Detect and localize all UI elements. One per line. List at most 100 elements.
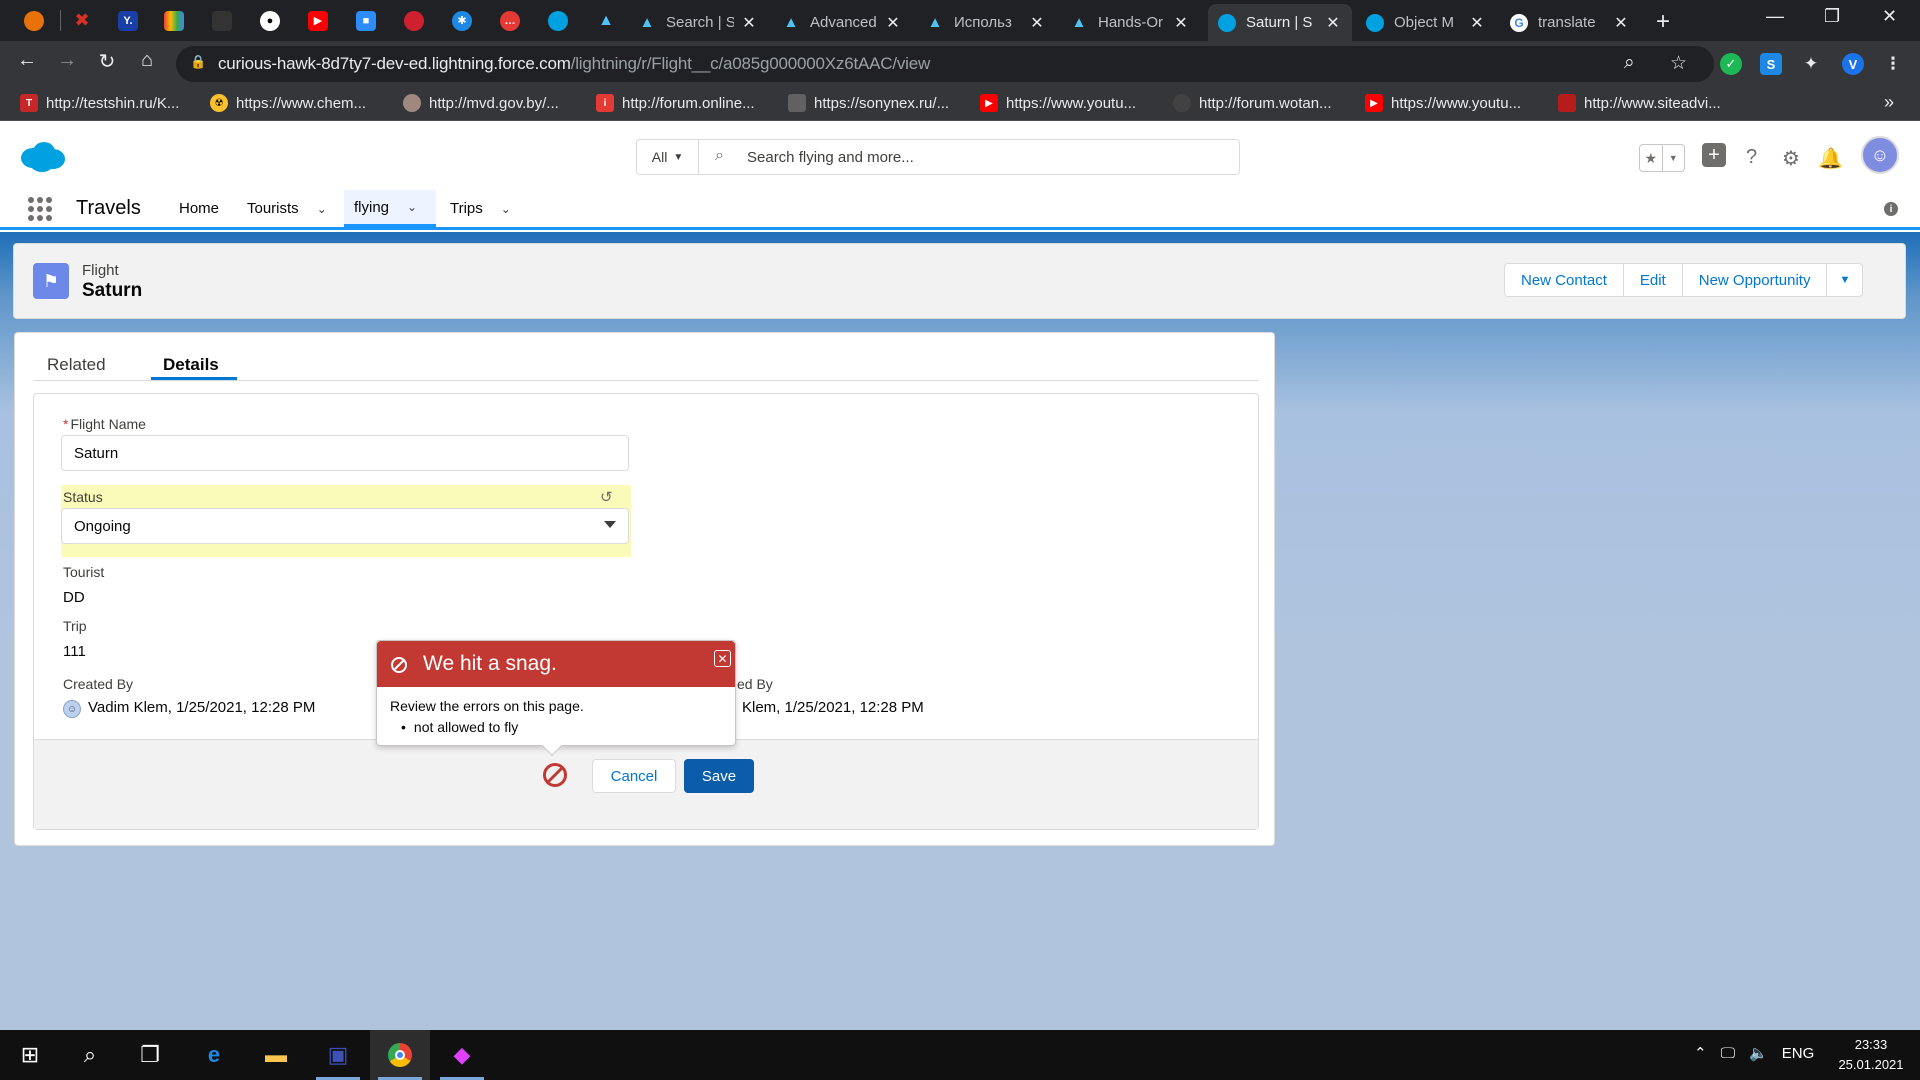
nav-item-trips[interactable]: Trips ⌄	[440, 190, 521, 227]
chevron-down-icon[interactable]: ⌄	[501, 202, 511, 216]
browser-tab[interactable]: Object M ✕	[1356, 4, 1496, 41]
pinned-tab[interactable]	[536, 5, 580, 36]
flight-name-input[interactable]: Saturn	[61, 435, 629, 471]
restore-icon[interactable]: ❐	[1824, 6, 1840, 27]
chevron-down-icon[interactable]: ⌄	[317, 202, 327, 216]
pinned-tab[interactable]	[12, 5, 56, 36]
pinned-tab[interactable]	[152, 5, 196, 36]
chevron-down-icon[interactable]: ▼	[1661, 145, 1685, 171]
edit-button[interactable]: Edit	[1624, 264, 1683, 296]
notifications-bell-icon[interactable]: 🔔	[1818, 146, 1843, 171]
more-actions-button[interactable]: ▼	[1827, 264, 1862, 296]
close-icon[interactable]: ✕	[1468, 13, 1486, 33]
input-language[interactable]: ENG	[1782, 1045, 1815, 1062]
extensions-puzzle-icon[interactable]: ✦	[1800, 53, 1822, 75]
info-icon[interactable]: i	[1884, 202, 1898, 216]
volume-icon[interactable]: 🔈	[1749, 1044, 1768, 1062]
close-icon[interactable]: ✕	[1612, 13, 1630, 33]
status-select[interactable]: Ongoing	[61, 508, 629, 544]
pinned-tab[interactable]: Y.	[106, 5, 150, 36]
pinned-tab[interactable]: ●	[248, 5, 292, 36]
flag-icon: ⚑	[33, 263, 69, 299]
pinned-tab[interactable]: …	[488, 5, 532, 36]
pinned-tab[interactable]: ■	[344, 5, 388, 36]
pinned-tab[interactable]: ▶	[296, 5, 340, 36]
chevron-down-icon[interactable]: ⌄	[407, 200, 417, 214]
file-explorer-icon[interactable]: ▬	[246, 1030, 306, 1080]
close-icon[interactable]: ✕	[1172, 13, 1190, 33]
browser-tab[interactable]: ▲ Hands-Or ✕	[1060, 4, 1200, 41]
star-bookmark-icon[interactable]: ☆	[1670, 52, 1687, 75]
browser-tab[interactable]: G translate ✕	[1500, 4, 1640, 41]
browser-tab[interactable]: ▲ Advanced ✕	[772, 4, 912, 41]
network-icon[interactable]: 🖵	[1721, 1045, 1735, 1062]
home-icon[interactable]: ⌂	[132, 49, 162, 72]
help-question-icon[interactable]: ?	[1746, 146, 1757, 169]
address-bar[interactable]: 🔒 curious-hawk-8d7ty7-dev-ed.lightning.f…	[176, 46, 1714, 82]
bookmark-item[interactable]: i http://forum.online...	[596, 94, 755, 112]
tab-related[interactable]: Related	[47, 355, 106, 375]
chevron-up-icon[interactable]: ⌃	[1694, 1044, 1707, 1062]
bookmark-item[interactable]: http://www.siteadvi...	[1558, 94, 1721, 112]
search-input[interactable]	[747, 142, 1227, 172]
windows-start-icon[interactable]: ⊞	[0, 1030, 60, 1080]
bookmark-item[interactable]: https://sonynex.ru/...	[788, 94, 949, 112]
menu-kebab-icon[interactable]: ⋮	[1882, 53, 1904, 75]
bookmark-item[interactable]: ☢ https://www.chem...	[210, 94, 366, 112]
tab-details[interactable]: Details	[163, 355, 219, 375]
bookmark-item[interactable]: Thttp://testshin.ru/K...	[20, 94, 179, 112]
bookmark-item[interactable]: http://mvd.gov.by/...	[403, 94, 559, 112]
pinned-tab[interactable]: ✖	[60, 5, 104, 36]
zoom-magnifier-icon[interactable]: ⌕	[1624, 52, 1635, 74]
pinned-tab[interactable]	[200, 5, 244, 36]
bookmark-item[interactable]: http://forum.wotan...	[1173, 94, 1332, 112]
nav-item-home[interactable]: Home	[169, 190, 229, 227]
nav-item-flying[interactable]: flying ⌄	[344, 190, 436, 227]
task-view-icon[interactable]: ❐	[120, 1030, 180, 1080]
search-scope-select[interactable]: All ▼	[637, 140, 699, 174]
star-icon[interactable]: ★	[1640, 145, 1662, 171]
back-arrow-icon[interactable]: ←	[12, 49, 42, 72]
save-button[interactable]: Save	[684, 759, 754, 793]
close-icon[interactable]: ✕	[1324, 13, 1342, 33]
close-icon[interactable]: ✕	[884, 13, 902, 33]
favorites-button-group[interactable]: ★ ▼	[1639, 144, 1685, 172]
bookmark-item[interactable]: ▶ https://www.youtu...	[980, 94, 1136, 112]
undo-icon[interactable]: ↺	[600, 488, 613, 506]
reload-icon[interactable]: ↻	[92, 49, 122, 74]
setup-gear-icon[interactable]: ⚙	[1782, 146, 1800, 171]
new-contact-button[interactable]: New Contact	[1505, 264, 1624, 296]
profile-avatar[interactable]: V	[1842, 53, 1864, 75]
global-actions-plus-icon[interactable]: +	[1702, 143, 1726, 167]
error-ban-icon[interactable]	[542, 762, 568, 788]
minimize-icon[interactable]: —	[1766, 6, 1784, 27]
app-launcher-icon[interactable]	[28, 197, 52, 221]
chrome-icon[interactable]	[370, 1030, 430, 1080]
bookmarks-overflow-icon[interactable]: »	[1884, 92, 1894, 113]
pinned-tab[interactable]	[392, 5, 436, 36]
close-icon[interactable]: ✕	[1028, 13, 1046, 33]
forward-arrow-icon[interactable]: →	[52, 49, 82, 72]
close-icon[interactable]: ✕	[714, 650, 731, 667]
cancel-button[interactable]: Cancel	[592, 759, 676, 793]
close-icon[interactable]: ✕	[740, 13, 758, 33]
nav-item-tourists[interactable]: Tourists ⌄	[237, 190, 337, 227]
pinned-tab[interactable]: ✱	[440, 5, 484, 36]
new-tab-button[interactable]: +	[1656, 8, 1670, 36]
save-app-icon[interactable]: ▣	[308, 1030, 368, 1080]
browser-tab-active[interactable]: Saturn | S ✕	[1208, 4, 1352, 41]
new-opportunity-button[interactable]: New Opportunity	[1683, 264, 1828, 296]
drop-app-icon[interactable]: ◆	[432, 1030, 492, 1080]
browser-tab[interactable]: ▲ Использ ✕	[916, 4, 1056, 41]
search-icon[interactable]: ⌕	[60, 1030, 120, 1080]
extension-check-icon[interactable]: ✓	[1720, 53, 1742, 75]
edge-icon[interactable]: e	[184, 1030, 244, 1080]
extension-s-icon[interactable]: S	[1760, 53, 1782, 75]
window-close-icon[interactable]: ✕	[1882, 6, 1897, 27]
clock[interactable]: 23:33 25.01.2021	[1828, 1035, 1914, 1075]
browser-tab[interactable]: ▲ Search | S ✕	[628, 4, 768, 41]
bookmark-item[interactable]: ▶ https://www.youtu...	[1365, 94, 1521, 112]
salesforce-logo[interactable]	[18, 140, 66, 174]
user-avatar[interactable]: ☺	[1861, 136, 1899, 174]
pinned-tab[interactable]: ▲	[584, 5, 628, 36]
